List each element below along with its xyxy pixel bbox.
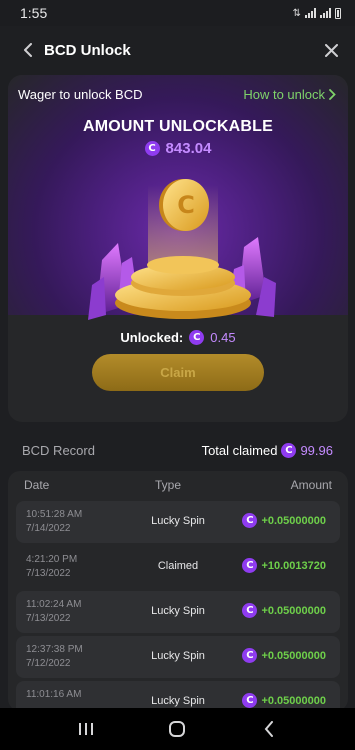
row-date: 7/13/2022 [26, 613, 71, 624]
recent-apps-icon[interactable] [66, 714, 106, 744]
bcd-coin-icon: C [189, 330, 205, 345]
coin-pedestal-illustration: C [88, 179, 276, 320]
table-row: 4:21:20 PM 7/13/2022 Claimed C +10.0013720 [16, 546, 340, 588]
amount-unlockable-value: 843.04 [165, 140, 212, 157]
row-date: 7/12/2022 [26, 658, 71, 669]
row-time: 4:21:20 PM [26, 554, 78, 565]
row-amount: C +10.0013720 [242, 558, 326, 573]
total-claimed-label: Total claimed [201, 442, 278, 458]
row-time: 11:02:24 AM [26, 599, 82, 610]
row-datetime: 12:37:38 PM 7/12/2022 [26, 643, 83, 671]
back-nav-icon[interactable] [249, 714, 289, 744]
bcd-coin-icon: C [242, 693, 258, 708]
record-title: BCD Record [22, 442, 95, 458]
row-datetime: 11:02:24 AM 7/13/2022 [26, 598, 81, 626]
status-time: 1:55 [20, 5, 48, 21]
row-time: 11:01:16 AM [26, 689, 82, 700]
bcd-coin-icon: C [144, 141, 160, 156]
bcd-coin-icon: C [242, 603, 258, 618]
bcd-coin-icon: C [242, 513, 258, 528]
app-screen: BCD Unlock Wager to unlock BCD How to un… [0, 26, 355, 708]
battery-icon [335, 7, 341, 19]
signal-icon [305, 8, 316, 18]
row-amount-value: +0.05000000 [261, 514, 326, 527]
table-header: Date Type Amount [8, 471, 348, 499]
svg-text:C: C [177, 191, 195, 219]
status-bar: 1:55 ⇅ [0, 0, 355, 26]
system-navigation-bar [0, 708, 355, 750]
column-header-amount: Amount [290, 478, 332, 492]
row-amount-value: +0.05000000 [261, 604, 326, 617]
amount-unlockable-row: C 843.04 [8, 140, 348, 157]
claim-button[interactable]: Claim [92, 354, 264, 391]
wager-label: Wager to unlock BCD [18, 87, 143, 102]
how-to-unlock-label: How to unlock [243, 87, 325, 102]
total-claimed: Total claimed C 99.96 [201, 442, 333, 458]
column-header-type: Type [155, 478, 182, 492]
status-icons: ⇅ [292, 7, 341, 19]
row-amount-value: +0.05000000 [261, 649, 326, 662]
row-type: Lucky Spin [151, 515, 205, 527]
unlocked-value: 0.45 [210, 330, 236, 345]
table-row: 11:02:24 AM 7/13/2022 Lucky Spin C +0.0500… [16, 591, 340, 633]
amount-unlockable-title: AMOUNT UNLOCKABLE [82, 118, 274, 135]
row-amount: C +0.05000000 [242, 603, 326, 618]
row-amount: C +0.05000000 [242, 693, 326, 708]
header: BCD Unlock [0, 26, 355, 74]
chevron-right-icon [329, 89, 336, 100]
row-type: Lucky Spin [151, 650, 205, 662]
row-type: Lucky Spin [151, 605, 205, 617]
home-icon[interactable] [157, 714, 197, 744]
unlock-card: Wager to unlock BCD How to unlock AMOUNT… [8, 75, 348, 422]
row-amount-value: +10.0013720 [261, 559, 326, 572]
table-row: 10:51:28 AM 7/14/2022 Lucky Spin C +0.0500… [16, 501, 340, 543]
row-time: 12:37:38 PM [26, 644, 83, 655]
data-activity-icon: ⇅ [292, 7, 301, 19]
row-amount: C +0.05000000 [242, 513, 326, 528]
total-claimed-value: 99.96 [300, 442, 333, 458]
row-datetime: 10:51:28 AM 7/14/2022 [26, 508, 82, 536]
chevron-left-icon[interactable] [18, 40, 38, 60]
unlocked-label: Unlocked: [120, 330, 184, 345]
unlocked-row: Unlocked: C 0.45 [8, 330, 348, 345]
row-time: 10:51:28 AM [26, 509, 83, 520]
table-row: 12:37:38 PM 7/12/2022 Lucky Spin C +0.0500… [16, 636, 340, 678]
row-date: 7/14/2022 [26, 523, 71, 534]
row-amount-value: +0.05000000 [261, 694, 326, 707]
bcd-coin-icon: C [242, 648, 258, 663]
row-datetime: 4:21:20 PM 7/13/2022 [26, 553, 77, 581]
signal-icon-2 [320, 8, 331, 18]
row-datetime: 11:01:16 AM [26, 688, 81, 702]
row-amount: C +0.05000000 [242, 648, 326, 663]
bcd-coin-icon: C [242, 558, 258, 573]
row-type: Claimed [157, 560, 199, 572]
table-row: 11:01:16 AM Lucky Spin C +0.05000000 [16, 681, 340, 708]
record-header: BCD Record Total claimed C 99.96 [22, 440, 333, 460]
row-type: Lucky Spin [151, 695, 205, 707]
bcd-coin-icon: C [281, 442, 297, 458]
close-icon[interactable] [321, 40, 341, 60]
record-table[interactable]: Date Type Amount 10:51:28 AM 7/14/2022 Lu… [8, 471, 348, 708]
column-header-date: Date [24, 478, 50, 492]
page-title: BCD Unlock [44, 41, 131, 59]
row-date: 7/13/2022 [26, 568, 71, 579]
how-to-unlock-link[interactable]: How to unlock [243, 87, 336, 102]
